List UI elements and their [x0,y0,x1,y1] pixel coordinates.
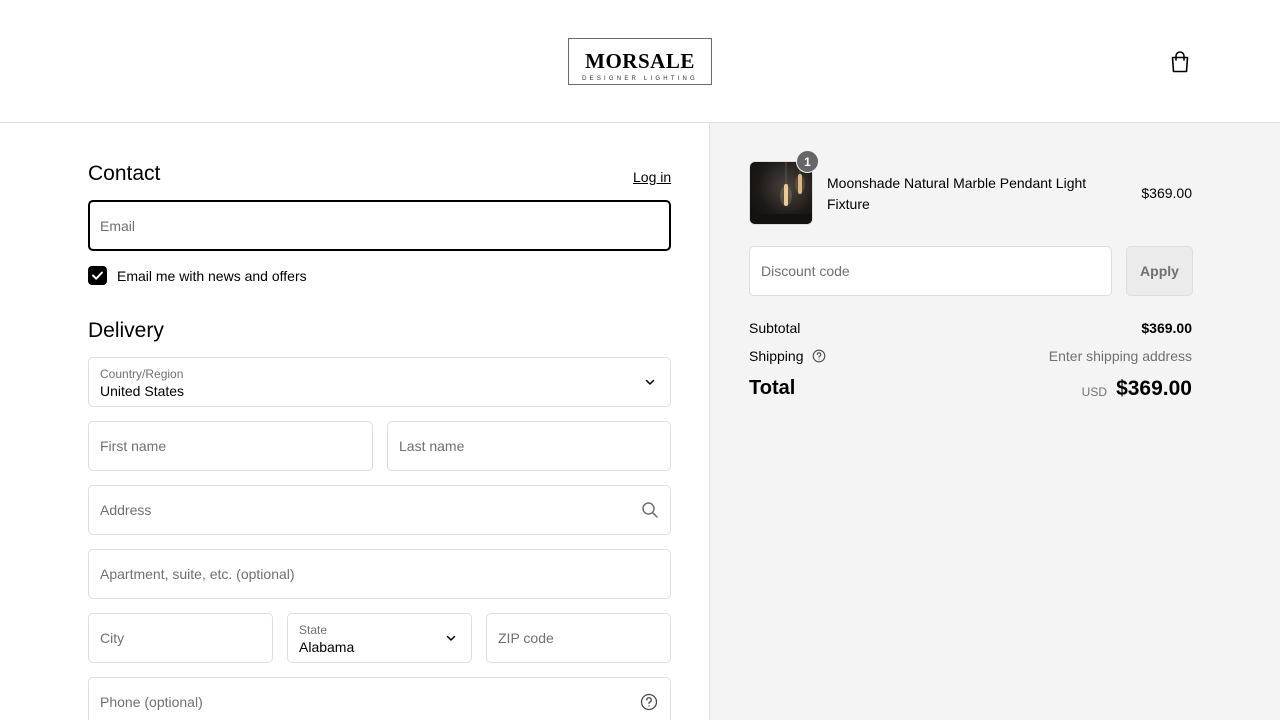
city-field[interactable]: City [88,613,273,663]
apartment-placeholder: Apartment, suite, etc. (optional) [100,566,295,582]
city-placeholder: City [100,630,125,646]
email-field[interactable]: Email [88,200,671,251]
zip-field[interactable]: ZIP code [486,613,671,663]
order-summary: 1 Moonshade Natural Marble Pendant Light… [709,123,1280,720]
checkmark-icon [92,271,103,280]
header: MORSALE DESIGNER LIGHTING [0,0,1280,123]
product-name: Moonshade Natural Marble Pendant Light F… [827,175,1087,212]
total-value: $369.00 [1116,377,1192,400]
state-label: State [299,623,328,637]
apply-button[interactable]: Apply [1126,246,1193,296]
checkout-form: Contact Log in Email Email me with news … [0,123,709,720]
first-name-field[interactable]: First name [88,421,373,471]
email-placeholder: Email [100,217,136,234]
total-label: Total [749,377,796,399]
search-icon[interactable] [641,501,659,519]
country-select[interactable]: Country/Region United States [88,357,671,407]
shopping-bag-icon[interactable] [1169,50,1191,74]
chevron-down-icon [446,635,456,641]
zip-placeholder: ZIP code [498,630,554,646]
help-icon[interactable] [640,693,658,711]
logo-name: MORSALE [585,49,695,73]
chevron-down-icon [645,379,655,385]
last-name-field[interactable]: Last name [387,421,671,471]
discount-code-field[interactable]: Discount code [749,246,1112,296]
apartment-field[interactable]: Apartment, suite, etc. (optional) [88,549,671,599]
country-label: Country/Region [100,367,184,381]
last-name-placeholder: Last name [399,438,465,454]
phone-field[interactable]: Phone (optional) [88,677,671,720]
login-link[interactable]: Log in [633,169,671,185]
newsletter-label[interactable]: Email me with news and offers [117,268,307,284]
shipping-value: Enter shipping address [1048,348,1192,364]
first-name-placeholder: First name [100,438,167,454]
quantity-badge: 1 [796,150,819,173]
phone-placeholder: Phone (optional) [100,694,203,710]
product-price: $369.00 [1141,185,1192,201]
discount-placeholder: Discount code [761,263,850,279]
logo-tagline: DESIGNER LIGHTING [582,76,698,82]
shipping-help-icon[interactable] [812,349,826,363]
shipping-row: Shipping [749,348,826,364]
subtotal-value: $369.00 [1141,320,1192,336]
shipping-label: Shipping [749,348,804,364]
total-currency: USD [1081,385,1107,399]
state-select[interactable]: State Alabama [287,613,472,663]
address-field[interactable]: Address [88,485,671,535]
contact-heading: Contact [88,162,161,185]
state-value: Alabama [299,639,355,655]
address-placeholder: Address [100,502,152,518]
subtotal-label: Subtotal [749,320,801,336]
store-logo[interactable]: MORSALE DESIGNER LIGHTING [568,38,712,85]
country-value: United States [100,383,185,399]
delivery-heading: Delivery [88,319,164,342]
newsletter-checkbox[interactable] [88,266,107,285]
